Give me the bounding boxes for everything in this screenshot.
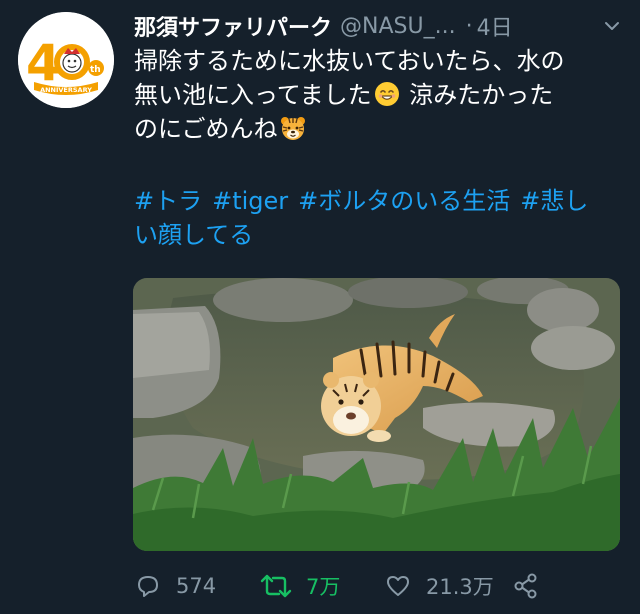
tweet-header: 那須サファリパーク @NASU_... · 4日	[134, 10, 622, 42]
svg-text:th: th	[90, 65, 101, 75]
heart-icon	[387, 576, 409, 596]
retweet-icon	[260, 574, 292, 598]
like-count: 21.3万	[426, 575, 494, 599]
hashtag-link[interactable]: #ボルタのいる生活	[298, 187, 510, 215]
tiger-photo-image	[133, 278, 620, 551]
tweet-text-line: 無い池に入ってました	[134, 81, 372, 109]
reply-count: 574	[176, 574, 217, 598]
reply-button[interactable]: 574	[134, 568, 216, 604]
share-button[interactable]	[512, 568, 540, 604]
svg-text:ANNIVERSARY: ANNIVERSARY	[40, 86, 92, 94]
hashtags: #トラ #tiger #ボルタのいる生活 #悲し い顔してる	[134, 184, 620, 252]
anniversary-logo-icon: 4 th ANNIVERSARY	[18, 12, 114, 108]
separator: ·	[465, 13, 473, 39]
like-button[interactable]: 21.3万	[384, 568, 494, 604]
hashtag-link[interactable]: #トラ	[134, 187, 202, 215]
chevron-down-icon[interactable]	[602, 16, 622, 36]
tiger-face-emoji-icon	[280, 117, 305, 140]
retweet-count: 7万	[306, 575, 341, 599]
display-name[interactable]: 那須サファリパーク	[134, 10, 332, 42]
share-icon	[514, 573, 537, 599]
user-handle[interactable]: @NASU_...	[340, 14, 456, 39]
avatar[interactable]: 4 th ANNIVERSARY	[18, 12, 114, 108]
timestamp[interactable]: 4日	[477, 10, 513, 42]
tweet-text: 掃除するために水抜いておいたら、水の 無い池に入ってました 涼みたかった のにご…	[134, 44, 620, 146]
tweet-text-line: のにごめんね	[134, 115, 278, 143]
tweet[interactable]: 4 th ANNIVERSARY 那須サファリパーク @NASU_... · 4…	[0, 0, 640, 614]
tweet-text-line: 涼みたかった	[401, 81, 554, 109]
tweet-text-line: 掃除するために水抜いておいたら、水の	[134, 47, 565, 75]
tweet-photo[interactable]	[133, 278, 620, 551]
hashtag-link[interactable]: #悲し	[520, 187, 588, 215]
reply-icon	[138, 576, 158, 597]
tweet-actions: 574 7万 21.3万	[134, 568, 620, 604]
smiling-face-emoji-icon	[374, 82, 399, 106]
retweet-button[interactable]: 7万	[260, 568, 340, 604]
hashtag-link-continued[interactable]: い顔してる	[134, 221, 253, 249]
hashtag-link[interactable]: #tiger	[212, 187, 288, 215]
